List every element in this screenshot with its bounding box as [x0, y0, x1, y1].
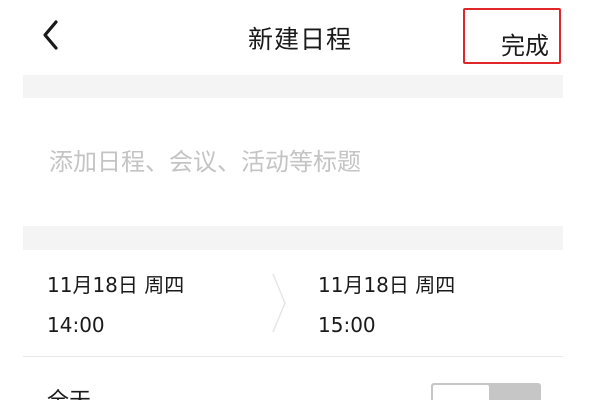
back-button[interactable]	[36, 14, 76, 58]
done-button-label: 完成	[501, 32, 549, 60]
time-range-row: 11月18日 周四 14:00 11月18日 周四 15:00	[23, 250, 563, 356]
event-title-input[interactable]	[23, 98, 563, 226]
start-date: 11月18日 周四	[47, 273, 185, 297]
end-date: 11月18日 周四	[318, 273, 456, 297]
chevron-right-icon	[272, 273, 286, 333]
start-time: 14:00	[47, 313, 105, 337]
all-day-toggle[interactable]	[431, 383, 541, 400]
end-time-picker[interactable]: 11月18日 周四 15:00	[318, 250, 538, 356]
end-time: 15:00	[318, 313, 376, 337]
all-day-label: 全天	[47, 383, 91, 400]
top-bar: 新建日程 完成	[0, 0, 600, 75]
done-button[interactable]: 完成	[463, 8, 561, 64]
toggle-knob	[433, 385, 489, 400]
all-day-row: 全天	[23, 357, 563, 400]
start-time-picker[interactable]: 11月18日 周四 14:00	[47, 250, 267, 356]
section-divider-top	[23, 75, 563, 98]
section-divider-middle	[23, 226, 563, 250]
chevron-left-icon	[43, 20, 58, 50]
